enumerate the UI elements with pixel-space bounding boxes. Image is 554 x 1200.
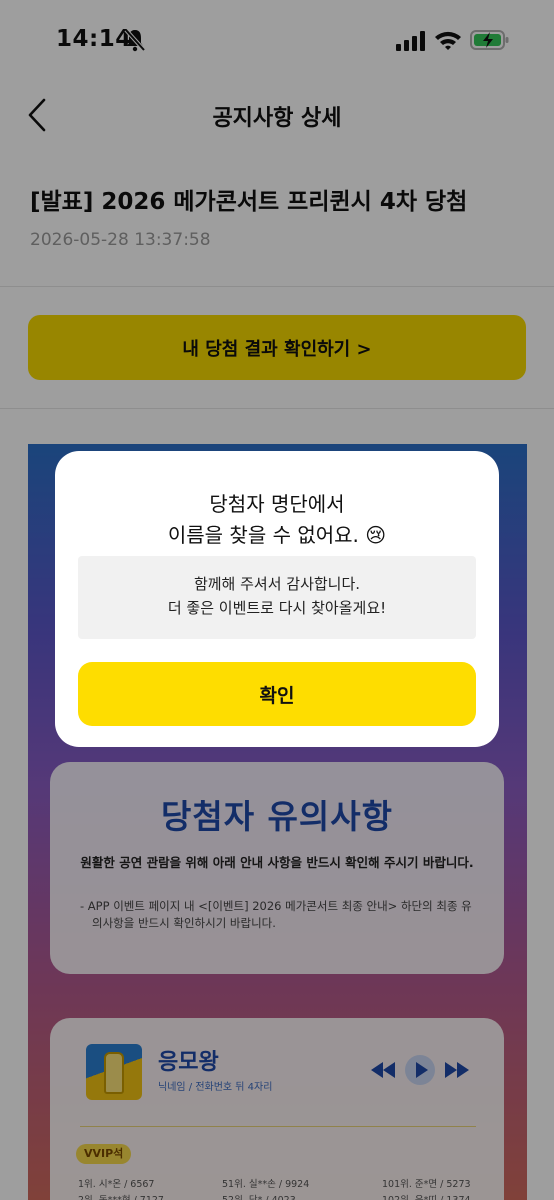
dialog-info-box: 함께해 주셔서 감사합니다. 더 좋은 이벤트로 다시 찾아올게요! <box>78 556 476 639</box>
dialog-info-line2: 더 좋은 이벤트로 다시 찾아올게요! <box>167 599 387 617</box>
dialog-info-line1: 함께해 주셔서 감사합니다. <box>193 575 361 593</box>
dialog-message-line1: 당첨자 명단에서 <box>209 492 345 516</box>
confirm-button[interactable]: 확인 <box>78 662 476 726</box>
dialog-message-line2: 이름을 찾을 수 없어요. 😢 <box>167 523 387 547</box>
dialog-message: 당첨자 명단에서 이름을 찾을 수 없어요. 😢 <box>55 489 499 551</box>
result-dialog: 당첨자 명단에서 이름을 찾을 수 없어요. 😢 함께해 주셔서 감사합니다. … <box>55 451 499 747</box>
